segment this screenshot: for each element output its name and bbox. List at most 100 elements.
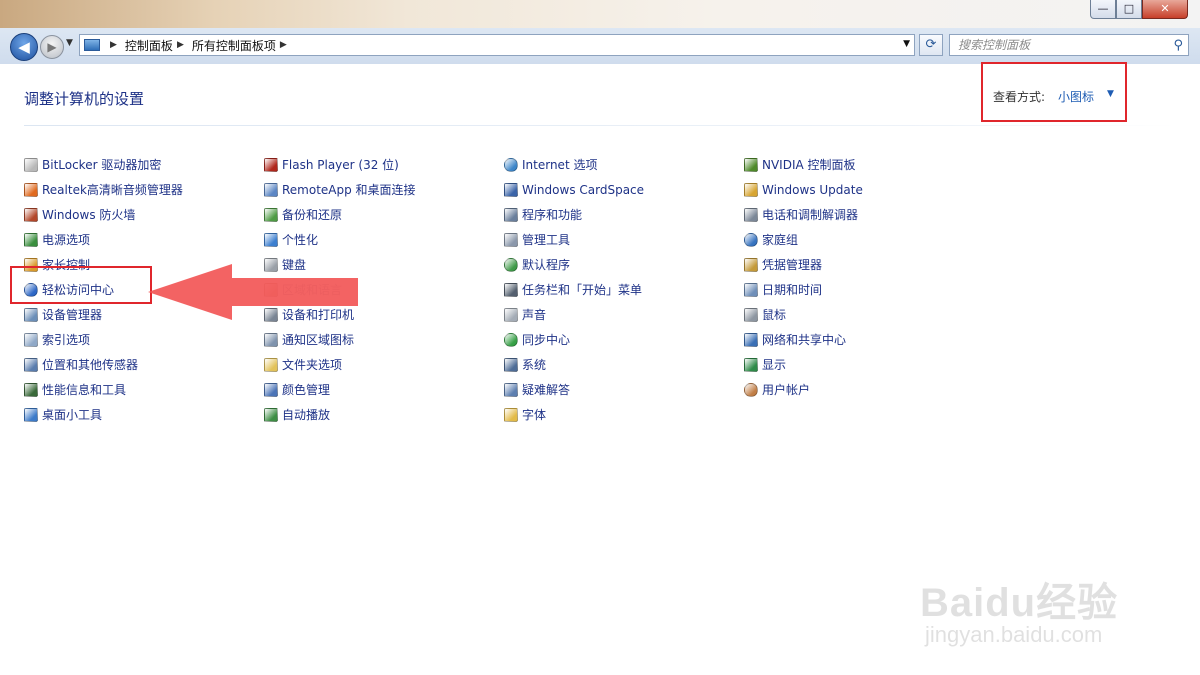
control-panel-item[interactable]: 个性化 (264, 227, 416, 252)
control-panel-item[interactable]: 疑难解答 (504, 377, 644, 402)
network-sharing-icon (744, 332, 758, 347)
location-sensors-icon (24, 357, 38, 372)
folder-options-icon (264, 357, 278, 372)
indexing-options-icon (24, 332, 38, 347)
system-icon (504, 357, 518, 372)
breadcrumb-control-panel[interactable]: 控制面板 (125, 37, 173, 54)
phone-modem-icon (744, 207, 758, 222)
control-panel-item[interactable]: 索引选项 (24, 327, 183, 352)
credential-manager-icon (744, 257, 758, 272)
control-panel-item[interactable]: 备份和还原 (264, 202, 416, 227)
control-panel-item[interactable]: 家庭组 (744, 227, 863, 252)
control-panel-item[interactable]: Windows Update (744, 177, 863, 202)
control-panel-item[interactable]: 性能信息和工具 (24, 377, 183, 402)
baidu-watermark-url: jingyan.baidu.com (925, 622, 1103, 647)
minimize-button[interactable]: — (1090, 0, 1116, 19)
control-panel-item-label: 备份和还原 (282, 208, 343, 222)
back-button[interactable]: ◀ (10, 33, 38, 61)
control-panel-item-label: Internet 选项 (522, 158, 598, 172)
control-panel-item[interactable]: 电话和调制解调器 (744, 202, 863, 227)
autoplay-icon (264, 407, 278, 422)
firewall-icon (24, 207, 38, 222)
troubleshooting-icon (504, 382, 518, 397)
control-panel-item-label: 任务栏和「开始」菜单 (522, 283, 643, 297)
control-panel-item-label: 系统 (522, 358, 547, 372)
control-panel-item[interactable]: 通知区域图标 (264, 327, 416, 352)
breadcrumb-chevron-icon[interactable]: ▶ (110, 40, 117, 50)
control-panel-item[interactable]: 电源选项 (24, 227, 183, 252)
control-panel-item-label: 显示 (762, 358, 787, 372)
address-dropdown-icon[interactable]: ▼ (903, 39, 910, 49)
notification-icons-icon (264, 332, 278, 347)
search-icon[interactable]: ⚲ (1173, 36, 1183, 56)
control-panel-item[interactable]: 凭据管理器 (744, 252, 863, 277)
control-panel-item[interactable]: Windows CardSpace (504, 177, 644, 202)
control-panel-item[interactable]: 颜色管理 (264, 377, 416, 402)
color-management-icon (264, 382, 278, 397)
control-panel-item[interactable]: 鼠标 (744, 302, 863, 327)
control-panel-item[interactable]: Realtek高清晰音频管理器 (24, 177, 183, 202)
forward-button[interactable]: ▶ (40, 35, 64, 59)
bitlocker-icon (24, 157, 38, 172)
control-panel-item[interactable]: 系统 (504, 352, 644, 377)
windows-update-icon (744, 182, 758, 197)
control-panel-item[interactable]: Windows 防火墙 (24, 202, 183, 227)
control-panel-item-label: 网络和共享中心 (762, 333, 847, 347)
control-panel-item-label: 管理工具 (522, 233, 571, 247)
control-panel-item-label: 文件夹选项 (282, 358, 343, 372)
control-panel-item-label: 声音 (522, 308, 547, 322)
control-panel-item-label: 位置和其他传感器 (42, 358, 139, 372)
performance-icon (24, 382, 38, 397)
control-panel-item-label: 日期和时间 (762, 283, 823, 297)
recent-pages-dropdown-icon[interactable]: ▼ (66, 38, 73, 48)
control-panel-item[interactable]: NVIDIA 控制面板 (744, 152, 863, 177)
control-panel-item-label: Windows CardSpace (522, 182, 645, 197)
control-panel-item[interactable]: 声音 (504, 302, 644, 327)
control-panel-item[interactable]: 网络和共享中心 (744, 327, 863, 352)
control-panel-item[interactable]: Flash Player (32 位) (264, 152, 416, 177)
control-panel-item[interactable]: 同步中心 (504, 327, 644, 352)
close-button[interactable]: ✕ (1142, 0, 1188, 19)
control-panel-item[interactable]: 任务栏和「开始」菜单 (504, 277, 644, 302)
control-panel-item-label: 索引选项 (42, 333, 91, 347)
control-panel-item[interactable]: 自动播放 (264, 402, 416, 427)
user-accounts-icon (744, 382, 758, 397)
refresh-button[interactable]: ⟳ (919, 34, 943, 56)
control-panel-item-label: 电话和调制解调器 (762, 208, 859, 222)
homegroup-icon (744, 232, 758, 247)
annotation-arrow-icon (148, 264, 358, 320)
maximize-button[interactable]: □ (1116, 0, 1142, 19)
breadcrumb-chevron-icon[interactable]: ▶ (280, 40, 287, 50)
control-panel-item[interactable]: 桌面小工具 (24, 402, 183, 427)
default-programs-icon (504, 257, 518, 272)
control-panel-icon (84, 39, 100, 51)
control-panel-item[interactable]: Internet 选项 (504, 152, 644, 177)
breadcrumb-chevron-icon[interactable]: ▶ (177, 40, 184, 50)
control-panel-item[interactable]: 字体 (504, 402, 644, 427)
control-panel-item[interactable]: RemoteApp 和桌面连接 (264, 177, 416, 202)
address-bar[interactable]: ▶ 控制面板 ▶ 所有控制面板项 ▶ ▼ (79, 34, 915, 56)
control-panel-item[interactable]: BitLocker 驱动器加密 (24, 152, 183, 177)
control-panel-item-label: 程序和功能 (522, 208, 583, 222)
backup-restore-icon (264, 207, 278, 222)
items-column-3: Internet 选项 Windows CardSpace 程序和功能管理工具默认程… (504, 152, 644, 427)
control-panel-item[interactable]: 日期和时间 (744, 277, 863, 302)
control-panel-item[interactable]: 管理工具 (504, 227, 644, 252)
breadcrumb-all-items[interactable]: 所有控制面板项 (192, 37, 276, 54)
control-panel-item[interactable]: 用户帐户 (744, 377, 863, 402)
header-divider (24, 125, 1176, 126)
view-by-highlight-box (981, 62, 1127, 122)
search-input[interactable]: 搜索控制面板 ⚲ (949, 34, 1189, 56)
control-panel-item[interactable]: 位置和其他传感器 (24, 352, 183, 377)
control-panel-item[interactable]: 显示 (744, 352, 863, 377)
control-panel-item[interactable]: 程序和功能 (504, 202, 644, 227)
control-panel-item-label: 用户帐户 (762, 383, 811, 397)
page-title: 调整计算机的设置 (24, 90, 145, 108)
control-panel-item-label: 凭据管理器 (762, 258, 823, 272)
control-panel-item[interactable]: 文件夹选项 (264, 352, 416, 377)
baidu-watermark-logo: Baidu经验 (920, 581, 1119, 625)
control-panel-item[interactable]: 默认程序 (504, 252, 644, 277)
ease-of-access-highlight-box (10, 266, 152, 304)
control-panel-item-label: 桌面小工具 (42, 408, 103, 422)
control-panel-item-label: BitLocker 驱动器加密 (42, 158, 162, 172)
